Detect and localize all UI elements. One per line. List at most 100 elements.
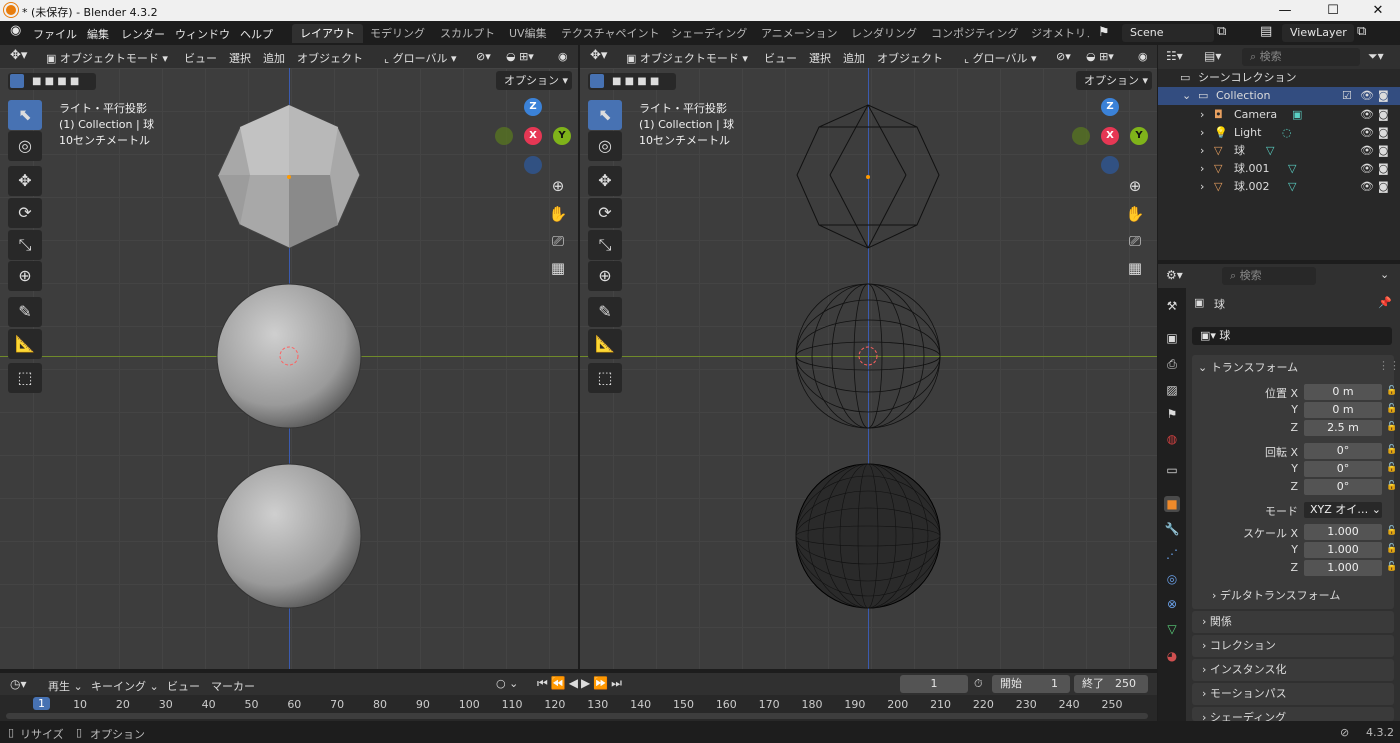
camera-restrict-icon[interactable]: ◙ bbox=[1378, 124, 1389, 142]
maximize-button[interactable]: ☐ bbox=[1313, 2, 1353, 19]
collection-row[interactable]: ⌄ ▭ Collection ☑ 👁 ◙ bbox=[1158, 87, 1400, 105]
viewport-solid[interactable]: ✥▾ ▣ オブジェクトモード ▾ ビュー 選択 追加 オブジェクト ⌞ グローバ… bbox=[0, 45, 578, 669]
new-view-layer-icon[interactable]: ⧉ bbox=[1357, 24, 1366, 39]
instancing-section[interactable]: › インスタンス化 bbox=[1192, 659, 1394, 681]
collection-tab-icon[interactable]: ▭ bbox=[1164, 462, 1180, 478]
eye-icon[interactable]: 👁 bbox=[1360, 160, 1374, 178]
outliner-item-light[interactable]: › 💡 Light ◌ 👁 ◙ bbox=[1158, 124, 1400, 142]
material-tab-icon[interactable]: ◕ bbox=[1164, 648, 1180, 664]
outliner-item-sphere[interactable]: › ▽ 球 ▽ 👁 ◙ bbox=[1158, 142, 1400, 160]
eye-icon[interactable]: 👁 bbox=[1360, 178, 1374, 196]
scene-icon[interactable]: ⚑ bbox=[1098, 25, 1110, 40]
viewport-wireframe[interactable]: ✥▾ ▣ オブジェクトモード ▾ ビュー 選択 追加 オブジェクト ⌞ グローバ… bbox=[580, 45, 1157, 669]
lock-icon[interactable]: 🔓 bbox=[1386, 544, 1397, 554]
tab-modeling[interactable]: モデリング bbox=[362, 24, 433, 43]
lock-icon[interactable]: 🔓 bbox=[1386, 562, 1397, 572]
lock-icon[interactable]: 🔓 bbox=[1386, 445, 1397, 455]
marker-menu[interactable]: マーカー bbox=[211, 678, 255, 694]
lock-icon[interactable]: 🔓 bbox=[1386, 386, 1397, 396]
lock-icon[interactable]: 🔓 bbox=[1386, 463, 1397, 473]
relations-section[interactable]: › 関係 bbox=[1192, 611, 1394, 633]
scene-collection-row[interactable]: ▭ シーンコレクション bbox=[1158, 69, 1400, 87]
particles-tab-icon[interactable]: ⋰ bbox=[1164, 546, 1180, 562]
eye-icon[interactable]: 👁 bbox=[1360, 106, 1374, 124]
modifier-tab-icon[interactable]: 🔧 bbox=[1164, 521, 1180, 537]
tab-shading[interactable]: シェーディング bbox=[663, 24, 755, 43]
scale-y-field[interactable]: 1.000 bbox=[1304, 542, 1382, 558]
view-layer-selector[interactable]: ViewLayer bbox=[1282, 24, 1354, 42]
data-tab-icon[interactable]: ▽ bbox=[1164, 621, 1180, 637]
eye-icon[interactable]: 👁 bbox=[1360, 142, 1374, 160]
outliner-item-sphere-002[interactable]: › ▽ 球.002 ▽ 👁 ◙ bbox=[1158, 178, 1400, 196]
render-tab-icon[interactable]: ▣ bbox=[1164, 330, 1180, 346]
collections-section[interactable]: › コレクション bbox=[1192, 635, 1394, 657]
eye-icon[interactable]: 👁 bbox=[1360, 124, 1374, 142]
object-tab-icon[interactable]: ■ bbox=[1164, 496, 1180, 512]
tab-compositing[interactable]: コンポジティング bbox=[923, 24, 1026, 43]
location-y-field[interactable]: 0 m bbox=[1304, 402, 1382, 418]
physics-tab-icon[interactable]: ◎ bbox=[1164, 571, 1180, 587]
close-button[interactable]: ✕ bbox=[1358, 2, 1398, 19]
playback-controls[interactable]: ⏮⏪◀▶⏩⏭ bbox=[537, 676, 625, 691]
location-z-field[interactable]: 2.5 m bbox=[1304, 420, 1382, 436]
current-frame-field[interactable]: 1 bbox=[900, 675, 968, 693]
menu-help[interactable]: ヘルプ bbox=[240, 26, 273, 42]
menu-window[interactable]: ウィンドウ bbox=[175, 26, 230, 42]
transform-header[interactable]: ⌄ トランスフォーム bbox=[1198, 359, 1298, 375]
menu-file[interactable]: ファイル bbox=[33, 26, 77, 42]
constraints-tab-icon[interactable]: ⊗ bbox=[1164, 596, 1180, 612]
filter-icon[interactable]: ⏷▾ bbox=[1368, 49, 1384, 64]
tab-sculpt[interactable]: スカルプト bbox=[432, 24, 503, 43]
timeline-scrollbar[interactable] bbox=[6, 713, 1148, 719]
outliner-editor-icon[interactable]: ☷▾ bbox=[1166, 49, 1183, 63]
menu-render[interactable]: レンダー bbox=[121, 26, 165, 42]
object-name-field[interactable]: ▣▾ 球 bbox=[1192, 327, 1392, 345]
location-x-field[interactable]: 0 m bbox=[1304, 384, 1382, 400]
camera-restrict-icon[interactable]: ◙ bbox=[1378, 142, 1389, 160]
scene-selector[interactable]: Scene bbox=[1122, 24, 1214, 42]
tab-texture-paint[interactable]: テクスチャペイント bbox=[553, 24, 668, 43]
auto-key-icon[interactable]: ○ ⌄ bbox=[496, 677, 518, 690]
timeline-view-menu[interactable]: ビュー bbox=[167, 678, 200, 694]
rotation-mode-select[interactable]: XYZ オイ… ⌄ bbox=[1304, 502, 1382, 518]
menu-edit[interactable]: 編集 bbox=[87, 26, 109, 42]
end-frame-field[interactable]: 終了 250 bbox=[1074, 675, 1148, 693]
tab-layout[interactable]: レイアウト bbox=[292, 24, 363, 43]
properties-editor-icon[interactable]: ⚙▾ bbox=[1166, 268, 1183, 282]
motion-paths-section[interactable]: › モーションパス bbox=[1192, 683, 1394, 705]
scale-x-field[interactable]: 1.000 bbox=[1304, 524, 1382, 540]
checkbox-icon[interactable]: ☑ bbox=[1342, 87, 1352, 105]
camera-restrict-icon[interactable]: ◙ bbox=[1378, 87, 1389, 105]
playback-menu[interactable]: 再生 ⌄ bbox=[48, 678, 83, 694]
eye-icon[interactable]: 👁 bbox=[1360, 87, 1374, 105]
outliner-search[interactable]: ⌕ 検索 bbox=[1242, 48, 1360, 66]
lock-icon[interactable]: 🔓 bbox=[1386, 526, 1397, 536]
scene-tab-icon[interactable]: ⚑ bbox=[1164, 406, 1180, 422]
camera-restrict-icon[interactable]: ◙ bbox=[1378, 106, 1389, 124]
stopwatch-icon[interactable]: ⏱ bbox=[974, 677, 983, 691]
outliner-item-sphere-001[interactable]: › ▽ 球.001 ▽ 👁 ◙ bbox=[1158, 160, 1400, 178]
scale-z-field[interactable]: 1.000 bbox=[1304, 560, 1382, 576]
lock-icon[interactable]: 🔓 bbox=[1386, 422, 1397, 432]
rotation-x-field[interactable]: 0° bbox=[1304, 443, 1382, 459]
camera-restrict-icon[interactable]: ◙ bbox=[1378, 160, 1389, 178]
timeline-editor-icon[interactable]: ◷▾ bbox=[10, 677, 27, 691]
output-tab-icon[interactable]: ⎙ bbox=[1164, 356, 1180, 372]
chevron-down-icon[interactable]: ⌄ bbox=[1380, 268, 1389, 281]
new-scene-icon[interactable]: ⧉ bbox=[1217, 24, 1226, 39]
tab-rendering[interactable]: レンダリング bbox=[843, 24, 925, 43]
rotation-z-field[interactable]: 0° bbox=[1304, 479, 1382, 495]
view-layer-icon[interactable]: ▤ bbox=[1260, 24, 1272, 39]
pin-icon[interactable]: 📌 bbox=[1378, 296, 1392, 309]
minimize-button[interactable]: — bbox=[1265, 2, 1305, 19]
lock-icon[interactable]: 🔓 bbox=[1386, 481, 1397, 491]
start-frame-field[interactable]: 開始 1 bbox=[992, 675, 1070, 693]
view-layer-tab-icon[interactable]: ▨ bbox=[1164, 382, 1180, 398]
rotation-y-field[interactable]: 0° bbox=[1304, 461, 1382, 477]
delta-transform-header[interactable]: › デルタトランスフォーム bbox=[1212, 587, 1340, 603]
properties-search[interactable]: ⌕ 検索 bbox=[1222, 267, 1316, 285]
tool-tab-icon[interactable]: ⚒ bbox=[1164, 298, 1180, 314]
blender-menu-icon[interactable]: ◉ bbox=[10, 23, 21, 38]
keying-menu[interactable]: キーイング ⌄ bbox=[91, 678, 159, 694]
display-mode-icon[interactable]: ▤▾ bbox=[1204, 49, 1221, 63]
